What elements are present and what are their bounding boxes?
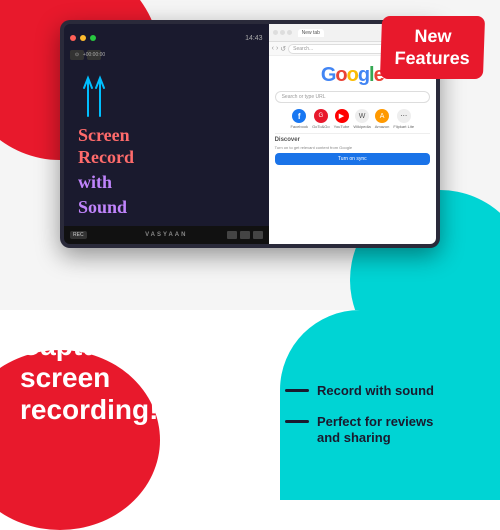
panel-toolbar: 14:43: [70, 30, 263, 46]
bottom-icons: [227, 231, 263, 239]
discover-description: Turn on to get relevant content from Goo…: [275, 145, 430, 150]
more-icon: ⋯: [397, 109, 411, 123]
toolbar-icon-timer: +00:00:00: [87, 50, 101, 60]
shortcut-more[interactable]: ⋯ Flipkart Lite: [393, 109, 414, 129]
chrome-dot-3: [287, 30, 292, 35]
dot-yellow: [80, 35, 86, 41]
feature-item-2: Perfect for reviewsand sharing: [285, 414, 490, 448]
capture-line3: recording!: [20, 394, 158, 425]
chrome-tab[interactable]: New tab: [298, 29, 324, 37]
screen-recording-panel: 14:43 ⊙ +00:00:00 S: [64, 24, 269, 244]
google-search-text: Search or type URL: [282, 94, 326, 100]
feature-line-1: [285, 389, 309, 392]
bottom-icon-1: [227, 231, 237, 239]
svg-text:Sound: Sound: [78, 197, 127, 217]
address-placeholder: Search...: [293, 46, 313, 52]
facebook-icon: f: [292, 109, 306, 123]
goto-icon: G: [314, 109, 328, 123]
new-features-badge: New Features: [380, 16, 485, 79]
g-letter-o1: o: [335, 64, 346, 86]
shortcut-youtube[interactable]: ▶ YouTube: [334, 109, 350, 129]
g-letter-o2: o: [347, 64, 358, 86]
discover-label: Discover: [275, 137, 430, 143]
sync-button[interactable]: Turn on sync: [275, 153, 430, 165]
chrome-dot-2: [280, 30, 285, 35]
chrome-reload-icon[interactable]: ↺: [280, 45, 286, 53]
shortcut-amazon[interactable]: A Amazon: [375, 109, 390, 129]
svg-text:Screen: Screen: [78, 125, 130, 145]
handwriting-svg: Screen Record with Sound: [70, 66, 270, 226]
features-list: Record with sound Perfect for reviewsand…: [275, 310, 500, 500]
google-logo: Google: [321, 64, 384, 87]
page-wrapper: New Features 14:43 ⊙: [0, 0, 500, 500]
monitor-brand: VASYAAN: [145, 232, 187, 238]
discover-section: Discover Turn on to get relevant content…: [275, 133, 430, 165]
bottom-icon-2: [240, 231, 250, 239]
capture-line2: screen: [20, 362, 110, 393]
chrome-window-controls: [273, 30, 292, 35]
amazon-icon: A: [375, 109, 389, 123]
google-search-bar[interactable]: Search or type URL: [275, 91, 430, 103]
dot-red: [70, 35, 76, 41]
feature-line-2: [285, 420, 309, 423]
handwriting-area: Screen Record with Sound: [70, 66, 263, 226]
dot-green: [90, 35, 96, 41]
feature-item-1: Record with sound: [285, 383, 490, 400]
g-letter-G: G: [321, 64, 336, 86]
shortcut-goto[interactable]: G GoTo&Go: [312, 109, 330, 129]
timer-display: 14:43: [245, 35, 263, 42]
g-letter-g: g: [358, 64, 369, 86]
youtube-icon: ▶: [335, 109, 349, 123]
rec-button[interactable]: REC: [70, 231, 87, 239]
chrome-back-icon[interactable]: ‹: [272, 45, 274, 52]
bottom-icon-3: [253, 231, 263, 239]
toolbar-icons-row: ⊙ +00:00:00: [70, 50, 263, 60]
top-section: New Features 14:43 ⊙: [0, 0, 500, 310]
badge-line2: Features: [394, 48, 470, 70]
chrome-forward-icon[interactable]: ›: [276, 45, 278, 52]
capture-headline: Capture with screen recording!: [20, 330, 255, 427]
svg-text:Record: Record: [78, 147, 134, 167]
chrome-dot-1: [273, 30, 278, 35]
bottom-left-content: Capture with screen recording!: [0, 310, 275, 500]
badge-line1: New: [395, 26, 471, 48]
shortcut-wikipedia[interactable]: W Wikipedia: [353, 109, 370, 129]
capture-line1: Capture with: [20, 330, 190, 361]
wikipedia-icon: W: [355, 109, 369, 123]
shortcut-facebook[interactable]: f Facebook: [290, 109, 308, 129]
svg-text:with: with: [78, 172, 112, 192]
feature-text-1: Record with sound: [317, 383, 434, 400]
bottom-section: Capture with screen recording! Record wi…: [0, 310, 500, 500]
chrome-shortcuts: f Facebook G GoTo&Go ▶ YouTube: [290, 109, 414, 129]
feature-text-2: Perfect for reviewsand sharing: [317, 414, 433, 448]
